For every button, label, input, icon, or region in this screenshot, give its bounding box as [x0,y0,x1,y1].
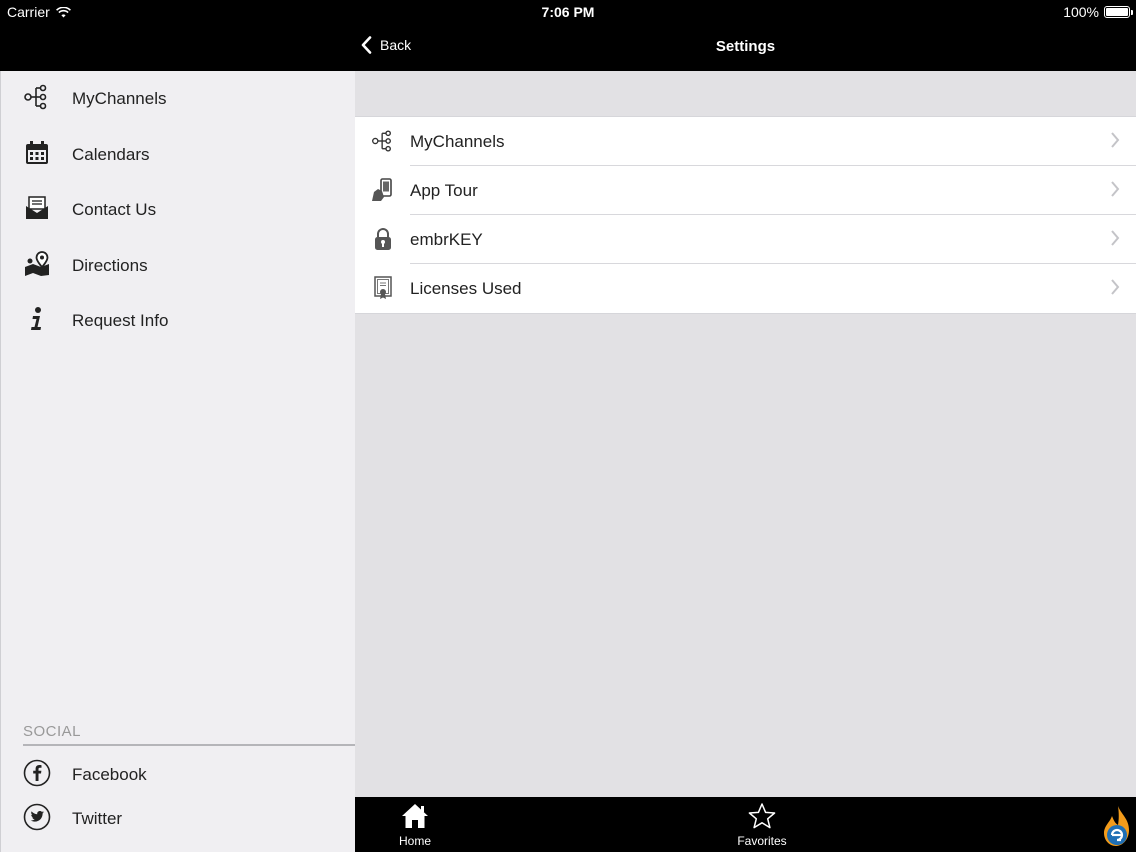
calendar-icon [23,139,51,167]
home-icon [355,801,475,831]
settings-list: MyChannels App Tour embrKEY Licenses Use… [355,116,1136,314]
social-section-header: SOCIAL [23,723,82,740]
chevron-right-icon [1111,132,1120,148]
battery-indicator: 100% [1063,4,1133,20]
settings-row-embrkey[interactable]: embrKEY [355,215,1136,264]
settings-row-label: embrKEY [410,230,483,249]
tab-label: Favorites [737,834,787,848]
battery-icon [1104,6,1133,18]
tab-favorites[interactable]: Favorites [702,801,822,849]
lock-icon [371,227,395,251]
sidebar-item-mychannels[interactable]: MyChannels [1,71,356,127]
certificate-icon [371,276,395,300]
sidebar-item-twitter[interactable]: Twitter [1,791,356,847]
sidebar-item-request-info[interactable]: Request Info [1,293,356,349]
phone-hand-icon [371,178,395,202]
battery-percent: 100% [1063,4,1099,20]
sidebar-item-directions[interactable]: Directions [1,238,356,294]
info-icon [23,305,51,333]
sidebar-item-label: Directions [72,256,148,275]
sidebar: MyChannels Calendars Contact Us Directio… [0,71,356,852]
sidebar-item-label: Request Info [72,311,169,330]
tab-home[interactable]: Home [355,801,475,849]
sidebar-item-label: Contact Us [72,200,157,219]
embr-logo [1104,806,1129,846]
sidebar-item-label: MyChannels [72,89,167,108]
sidebar-item-label: Twitter [72,809,123,828]
channels-icon [371,129,395,153]
facebook-icon [23,759,51,787]
tab-bar: Home Favorites [355,797,1136,852]
navigation-bar: Back Settings [355,24,1136,71]
sidebar-item-contact-us[interactable]: Contact Us [1,182,356,238]
envelope-icon [23,194,51,222]
sidebar-item-calendars[interactable]: Calendars [1,127,356,183]
tab-label: Home [398,834,431,848]
settings-row-label: Licenses Used [410,279,522,298]
social-divider [23,744,356,746]
chevron-right-icon [1111,279,1120,295]
channels-icon [23,83,51,111]
sidebar-item-label: Calendars [72,145,150,164]
chevron-right-icon [1111,230,1120,246]
sidebar-item-label: Facebook [72,765,147,784]
battery-fill [1106,8,1128,16]
settings-row-licenses-used[interactable]: Licenses Used [355,264,1136,313]
page-title: Settings [715,38,776,55]
settings-row-app-tour[interactable]: App Tour [355,166,1136,215]
clock: 7:06 PM [541,4,595,20]
chevron-right-icon [1111,181,1120,197]
star-icon [702,801,822,831]
status-bar: Carrier 7:06 PM 100% [0,0,1136,24]
settings-row-label: MyChannels [410,132,505,151]
settings-row-mychannels[interactable]: MyChannels [355,117,1136,166]
map-pin-icon [23,250,51,278]
settings-row-label: App Tour [410,181,478,200]
twitter-icon [23,803,51,831]
settings-content: MyChannels App Tour embrKEY Licenses Use… [355,71,1136,797]
